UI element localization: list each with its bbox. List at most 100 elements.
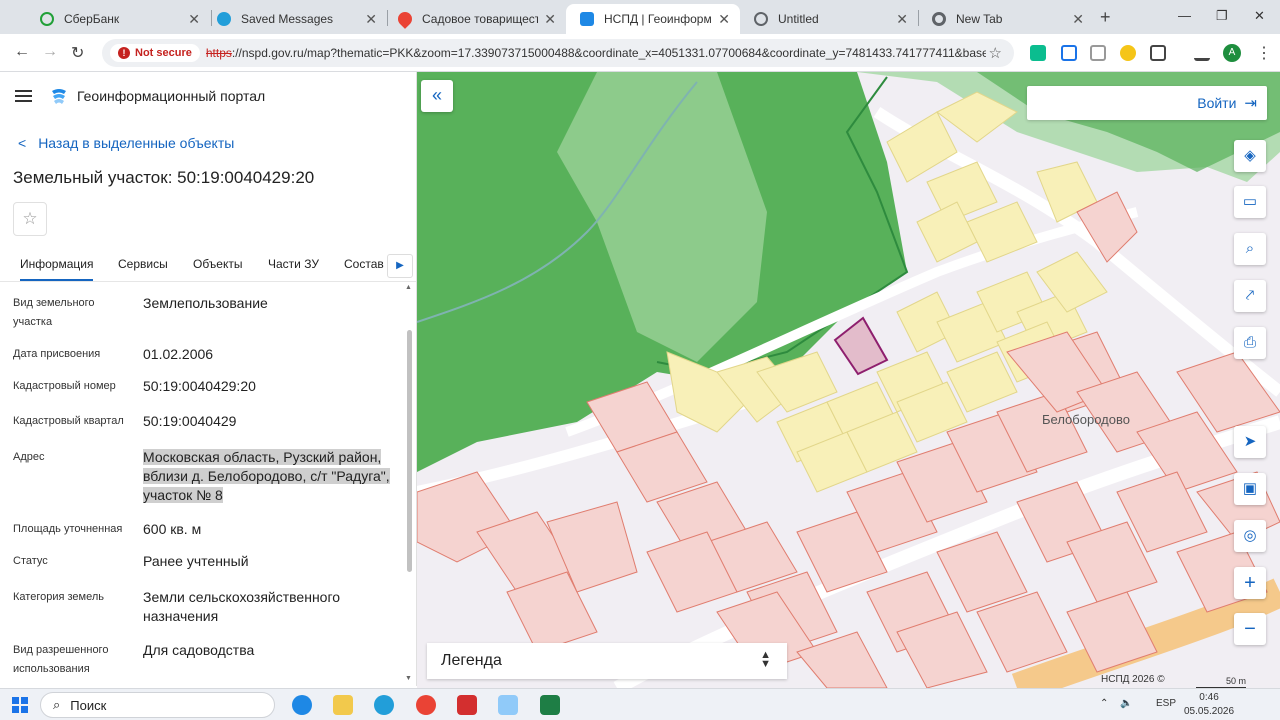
object-tabs: Информация Сервисы Объекты Части ЗУ Сост… — [0, 248, 416, 282]
puzzle-icon[interactable] — [1150, 45, 1166, 61]
window-close-icon[interactable]: ✕ — [1254, 8, 1265, 24]
forward-arrow-icon[interactable]: → — [42, 43, 58, 61]
minimize-icon[interactable]: — — [1178, 8, 1191, 23]
login-button[interactable]: Войти ⇥ — [1027, 86, 1267, 120]
tab-parts[interactable]: Части ЗУ — [268, 257, 319, 271]
back-arrow-icon[interactable]: ← — [14, 43, 30, 61]
favorite-star-button[interactable]: ☆ — [13, 202, 47, 236]
scroll-up-icon[interactable]: ▲ — [405, 284, 412, 291]
map-pin-icon — [395, 9, 415, 29]
menu-kebab-icon[interactable]: ⋮ — [1256, 43, 1272, 63]
maximize-icon[interactable]: ❐ — [1216, 8, 1228, 24]
nspd-icon — [580, 12, 594, 26]
portal-logo-icon — [52, 89, 66, 104]
taskbar-search[interactable]: ⌕ Поиск — [40, 692, 275, 718]
close-tab-icon[interactable]: ✕ — [1072, 11, 1084, 28]
geo-search-button[interactable]: ◎ — [1234, 520, 1266, 552]
extension-icon[interactable] — [1120, 45, 1136, 61]
map-canvas[interactable] — [417, 72, 1280, 688]
url-text[interactable]: https://nspd.gov.ru/map?thematic=PKK&zoo… — [206, 46, 986, 60]
attr-label: Кадастровый квартал — [13, 415, 124, 427]
attr-value-address[interactable]: Московская область, Рузский район, вблиз… — [143, 448, 393, 505]
zoom-out-button[interactable]: − — [1234, 613, 1266, 645]
telegram-icon[interactable] — [374, 695, 394, 715]
scroll-down-icon[interactable]: ▼ — [405, 675, 412, 682]
tab-objects[interactable]: Объекты — [193, 257, 243, 271]
paint-icon[interactable] — [498, 695, 518, 715]
map-layers — [417, 72, 1280, 688]
tab-composition[interactable]: Состав — [344, 257, 384, 271]
collapse-panel-button[interactable]: « — [421, 80, 453, 112]
close-tab-icon[interactable]: ✕ — [188, 11, 200, 28]
close-tab-icon[interactable]: ✕ — [365, 11, 377, 28]
tray-chevron-icon[interactable]: ⌃ — [1100, 698, 1108, 709]
extension-icon[interactable] — [1030, 45, 1046, 61]
layers-icon: ◈ — [1244, 147, 1256, 164]
chevron-left-icon: < — [18, 135, 27, 151]
close-tab-icon[interactable]: ✕ — [896, 11, 908, 28]
geo-search-icon: ◎ — [1243, 527, 1257, 544]
minimap-button[interactable]: ▣ — [1234, 473, 1266, 505]
attr-label: Вид земельного участка — [13, 297, 95, 328]
reload-icon[interactable]: ↻ — [71, 43, 84, 63]
attr-label: Вид разрешенного использования — [13, 644, 109, 675]
hamburger-menu-icon[interactable] — [15, 90, 32, 102]
tab-services[interactable]: Сервисы — [118, 257, 168, 271]
search-area-button[interactable]: ⌕ — [1234, 233, 1266, 265]
login-icon: ⇥ — [1244, 95, 1257, 112]
attr-label: Кадастровый номер — [13, 380, 116, 392]
profile-avatar[interactable]: A — [1223, 44, 1241, 62]
browser-tab-telegram[interactable]: Saved Messages ✕ — [203, 4, 387, 34]
telegram-icon — [217, 12, 231, 26]
back-to-selection-link[interactable]: < Назад в выделенные объекты — [18, 135, 234, 151]
print-button[interactable]: ⎙ — [1234, 327, 1266, 359]
browser-tab-bar: СберБанк ✕ Saved Messages ✕ Садовое това… — [0, 0, 1280, 34]
system-clock[interactable]: 0:46 05.05.2026 — [1184, 691, 1234, 719]
expand-chevron-icon: ▲ ▼ — [760, 649, 771, 670]
input-language[interactable]: ESP — [1156, 698, 1176, 709]
windows-taskbar: ⌕ Поиск ⌃ 🔈 ESP 0:46 05.05.2026 — [0, 688, 1280, 720]
ruler-button[interactable]: ▭ — [1234, 186, 1266, 218]
panel-scrollbar[interactable] — [407, 330, 412, 572]
browser-tab-maps[interactable]: Садовое товарищество Р ✕ — [384, 4, 566, 34]
sberbank-icon — [40, 12, 54, 26]
close-tab-icon[interactable]: ✕ — [544, 11, 556, 28]
browser-tab-sberbank[interactable]: СберБанк ✕ — [26, 4, 210, 34]
object-title: Земельный участок: 50:19:0040429:20 — [13, 168, 315, 187]
tab-information[interactable]: Информация — [20, 257, 94, 281]
acrobat-icon[interactable] — [457, 695, 477, 715]
layers-button[interactable]: ◈ — [1234, 140, 1266, 172]
attr-value: Землепользование — [143, 295, 268, 311]
edge-icon[interactable] — [292, 695, 312, 715]
file-explorer-icon[interactable] — [333, 695, 353, 715]
tabs-next-button[interactable]: ▶ — [387, 254, 413, 278]
attr-value: Для садоводства — [143, 642, 255, 658]
volume-icon[interactable]: 🔈 — [1120, 698, 1132, 709]
selected-parcel — [833, 316, 889, 376]
locate-button[interactable]: ➤ — [1234, 426, 1266, 458]
scale-bar: 50 m — [1196, 676, 1246, 688]
address-bar[interactable]: ! Not secure https://nspd.gov.ru/map?the… — [102, 39, 1014, 67]
minimap-icon: ▣ — [1242, 480, 1258, 497]
browser-tab-untitled[interactable]: Untitled ✕ — [740, 4, 918, 34]
chrome-icon[interactable] — [416, 695, 436, 715]
reader-icon[interactable] — [1061, 45, 1077, 61]
browser-tab-newtab[interactable]: New Tab ✕ — [918, 4, 1094, 34]
zoom-in-icon: + — [1244, 572, 1256, 594]
bookmark-star-icon[interactable]: ☆ — [989, 44, 1002, 62]
close-tab-icon[interactable]: ✕ — [718, 11, 730, 28]
map-attribution: НСПД 2026 © — [1101, 674, 1165, 685]
zoom-out-icon: − — [1244, 618, 1256, 640]
site-info-button[interactable]: ! Not secure — [110, 44, 200, 62]
windows-start-icon[interactable] — [12, 697, 28, 713]
share-button[interactable]: ⤤ — [1234, 280, 1266, 312]
browser-tab-nspd[interactable]: НСПД | Геоинформацион ✕ — [566, 4, 740, 34]
new-tab-button[interactable]: + — [1100, 7, 1111, 28]
excel-icon[interactable] — [540, 695, 560, 715]
notes-icon[interactable] — [1090, 45, 1106, 61]
chrome-icon — [932, 12, 946, 26]
zoom-in-button[interactable]: + — [1234, 567, 1266, 599]
legend-panel[interactable]: Легенда ▲ ▼ — [427, 643, 787, 679]
download-icon[interactable] — [1194, 45, 1210, 61]
attr-label: Площадь уточненная — [13, 523, 123, 535]
